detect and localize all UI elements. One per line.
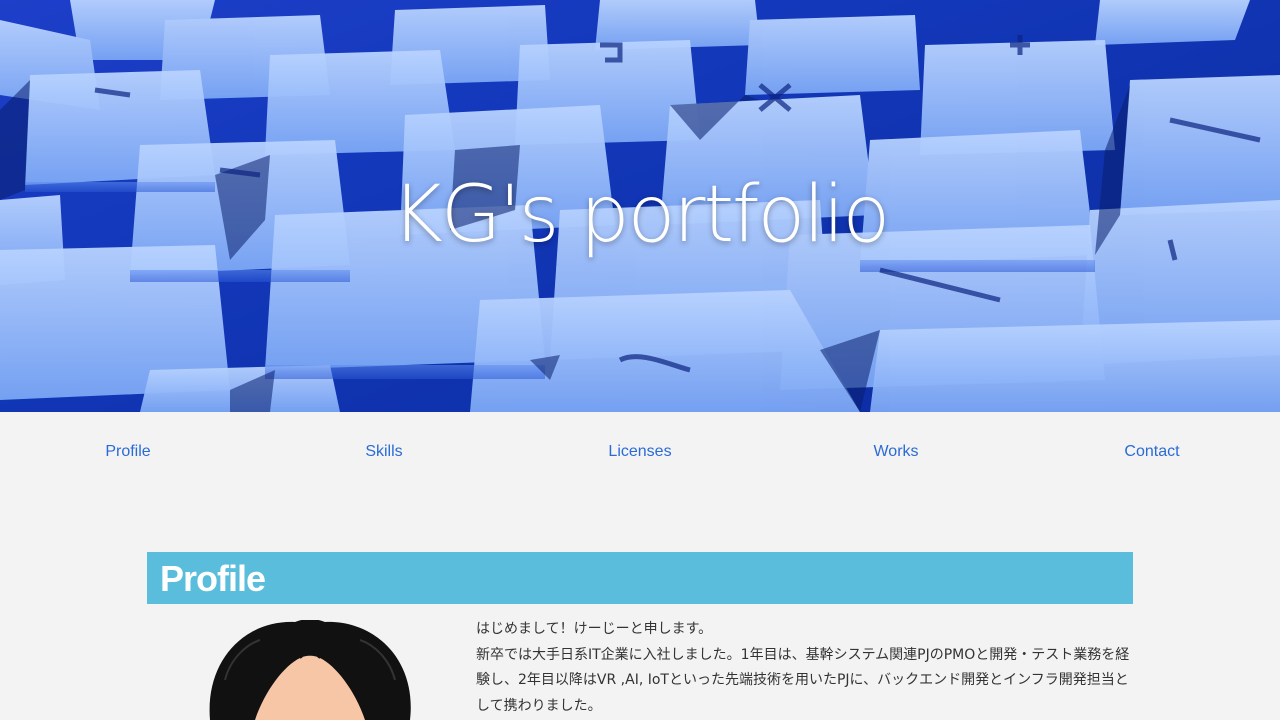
site-title: KG's portfolio [391, 170, 891, 260]
nav-link-profile[interactable]: Profile [105, 443, 150, 461]
main-nav: Profile Skills Licenses Works Contact [0, 412, 1280, 492]
section-title: Profile [160, 558, 266, 599]
profile-paragraph: はじめまして！けーじーと申します。 [476, 621, 713, 637]
profile-description: はじめまして！けーじーと申します。 新卒では大手日系IT企業に入社しました。1年… [476, 617, 1136, 719]
nav-link-works[interactable]: Works [873, 443, 918, 461]
avatar [205, 620, 415, 720]
nav-link-skills[interactable]: Skills [365, 443, 402, 461]
profile-paragraph: 新卒では大手日系IT企業に入社しました。1年目は、基幹システム関連PJのPMOと… [476, 646, 1130, 714]
nav-link-contact[interactable]: Contact [1124, 443, 1179, 461]
nav-link-licenses[interactable]: Licenses [608, 443, 671, 461]
section-header: Profile [147, 552, 1133, 604]
avatar-illustration [209, 620, 411, 720]
hero-banner: KG's portfolio [0, 0, 1280, 412]
